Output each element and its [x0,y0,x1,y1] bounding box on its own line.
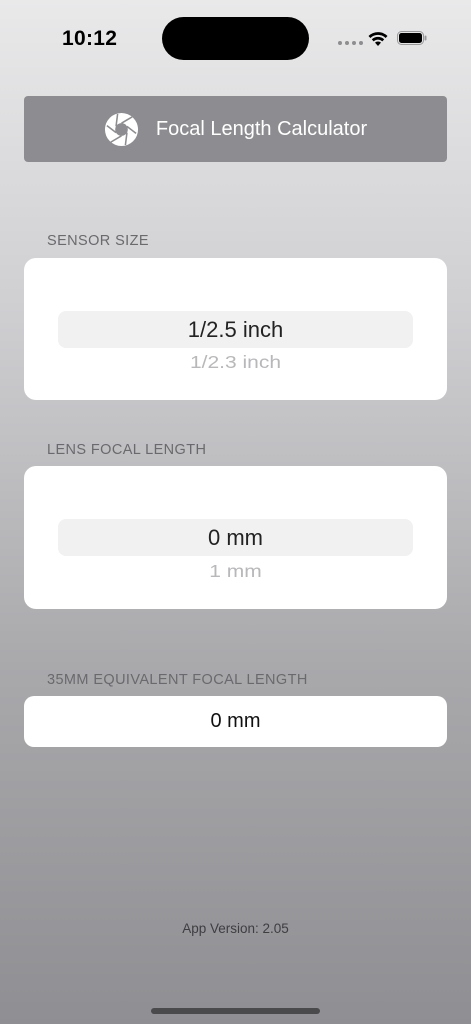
sensor-size-picker[interactable]: 1/2.5 inch 1/2.3 inch [24,258,447,400]
equivalent-focal-length-label: 35MM EQUIVALENT FOCAL LENGTH [47,672,308,688]
sensor-size-next-option[interactable]: 1/2.3 inch [24,353,447,373]
sensor-size-selected-option[interactable]: 1/2.5 inch [24,317,447,343]
app-version: App Version: 2.05 [182,921,289,936]
lens-focal-length-picker[interactable]: 0 mm 1 mm [24,466,447,609]
app-header: Focal Length Calculator [24,96,447,162]
cellular-signal-icon [338,41,363,45]
aperture-icon [104,112,138,146]
status-time: 10:12 [62,27,118,50]
status-bar: 10:12 [0,0,471,78]
app-title: Focal Length Calculator [155,117,368,140]
lens-focal-length-next-option[interactable]: 1 mm [24,562,447,582]
wifi-icon [368,32,388,46]
lens-focal-length-selected-option[interactable]: 0 mm [24,525,447,551]
sensor-size-label: SENSOR SIZE [47,233,149,249]
home-indicator[interactable] [151,1008,320,1014]
lens-focal-length-label: LENS FOCAL LENGTH [47,442,207,458]
battery-icon [397,31,427,45]
equivalent-focal-length-value: 0 mm [24,696,447,747]
dynamic-island [162,17,309,60]
